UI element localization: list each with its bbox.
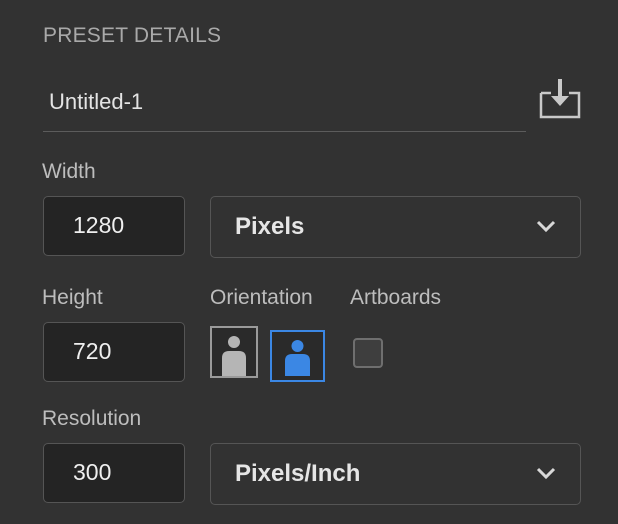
- width-input[interactable]: 1280: [43, 196, 185, 256]
- landscape-icon: [285, 340, 310, 376]
- orientation-label: Orientation: [210, 286, 313, 309]
- document-name-input[interactable]: Untitled-1: [43, 84, 526, 132]
- chevron-down-icon: [536, 220, 556, 233]
- height-label: Height: [42, 286, 103, 309]
- width-unit-dropdown[interactable]: Pixels: [210, 196, 581, 258]
- height-value: 720: [73, 338, 112, 364]
- resolution-input[interactable]: 300: [43, 443, 185, 503]
- artboards-label: Artboards: [350, 286, 442, 309]
- save-preset-icon: [539, 79, 581, 119]
- resolution-unit-value: Pixels/Inch: [235, 460, 361, 487]
- portrait-icon: [222, 336, 246, 376]
- resolution-label: Resolution: [42, 407, 142, 430]
- resolution-unit-dropdown[interactable]: Pixels/Inch: [210, 443, 581, 505]
- width-value: 1280: [73, 212, 125, 238]
- landscape-orientation-button[interactable]: [270, 330, 325, 382]
- save-preset-button[interactable]: [538, 76, 582, 120]
- width-label: Width: [42, 160, 96, 183]
- width-unit-value: Pixels: [235, 213, 305, 240]
- height-input[interactable]: 720: [43, 322, 185, 382]
- resolution-value: 300: [73, 459, 112, 485]
- artboards-checkbox[interactable]: [353, 338, 383, 368]
- section-title: PRESET DETAILS: [43, 24, 222, 47]
- portrait-orientation-button[interactable]: [210, 326, 258, 378]
- document-name-value: Untitled-1: [49, 89, 144, 114]
- chevron-down-icon: [536, 467, 556, 480]
